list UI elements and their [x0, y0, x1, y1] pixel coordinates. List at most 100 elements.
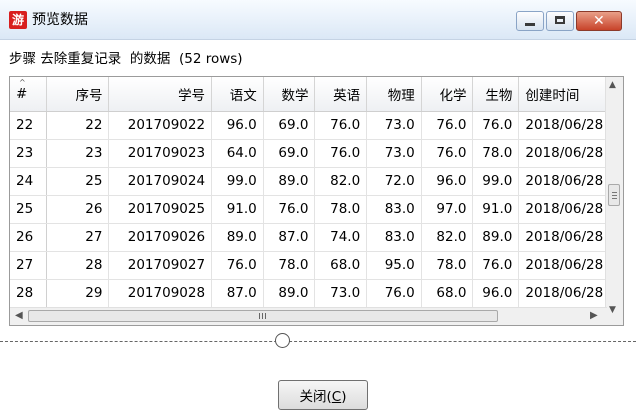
- table-cell[interactable]: 87.0: [263, 223, 316, 252]
- table-cell[interactable]: 73.0: [366, 139, 422, 168]
- horizontal-scrollbar[interactable]: ◀ ▶: [10, 307, 607, 325]
- table-cell[interactable]: 83.0: [366, 223, 422, 252]
- horizontal-scroll-thumb[interactable]: [28, 310, 498, 322]
- table-cell[interactable]: 201709026: [108, 223, 213, 252]
- table-cell[interactable]: 76.0: [421, 111, 474, 140]
- table-cell[interactable]: 76.0: [472, 251, 520, 280]
- step-suffix: 的数据: [129, 51, 171, 67]
- window-close-button[interactable]: ✕: [576, 11, 622, 31]
- table-cell[interactable]: 76.0: [211, 251, 264, 280]
- table-cell[interactable]: 26: [46, 195, 110, 224]
- table-row[interactable]: 24 25 201709024 99.0 89.0 82.0 72.0 96.0 99.0 201…: [10, 167, 623, 196]
- table-row[interactable]: 28 29 201709028 87.0 89.0 73.0 76.0 68.0 96.0 201…: [10, 279, 623, 308]
- table-cell[interactable]: 89.0: [211, 223, 264, 252]
- table-cell[interactable]: 82.0: [421, 223, 474, 252]
- table-cell[interactable]: 22: [46, 111, 110, 140]
- row-number-cell[interactable]: 22: [10, 111, 48, 140]
- row-number-cell[interactable]: 23: [10, 139, 48, 168]
- table-cell[interactable]: 74.0: [314, 223, 368, 252]
- table-cell[interactable]: 76.0: [421, 139, 474, 168]
- table-row[interactable]: 26 27 201709026 89.0 87.0 74.0 83.0 82.0 89.0 201…: [10, 223, 623, 252]
- table-cell[interactable]: 29: [46, 279, 110, 308]
- table-cell[interactable]: 96.0: [472, 279, 520, 308]
- vertical-scrollbar[interactable]: ▲ ▼: [605, 77, 623, 325]
- data-table: ^ # 序号 学号 语文 数学 英语 物理 化学 生物 创建时间 22 22 2017…: [10, 77, 623, 325]
- table-row[interactable]: 23 23 201709023 64.0 69.0 76.0 73.0 76.0 78.0 201…: [10, 139, 623, 168]
- close-icon: ✕: [593, 13, 605, 29]
- table-cell[interactable]: 201709025: [108, 195, 213, 224]
- table-cell[interactable]: 69.0: [263, 111, 316, 140]
- table-cell[interactable]: 76.0: [366, 279, 422, 308]
- table-cell[interactable]: 201709028: [108, 279, 213, 308]
- column-header[interactable]: 英语: [314, 77, 368, 112]
- table-cell[interactable]: 25: [46, 167, 110, 196]
- table-cell[interactable]: 201709023: [108, 139, 213, 168]
- table-cell[interactable]: 64.0: [211, 139, 264, 168]
- table-cell[interactable]: 96.0: [211, 111, 264, 140]
- row-number-cell[interactable]: 24: [10, 167, 48, 196]
- table-cell[interactable]: 76.0: [472, 111, 520, 140]
- table-cell[interactable]: 99.0: [472, 167, 520, 196]
- step-name: 去除重复记录: [40, 51, 122, 67]
- table-row[interactable]: 22 22 201709022 96.0 69.0 76.0 73.0 76.0 76.0 201…: [10, 111, 623, 140]
- table-cell[interactable]: 91.0: [472, 195, 520, 224]
- table-cell[interactable]: 68.0: [421, 279, 474, 308]
- header-row: ^ # 序号 学号 语文 数学 英语 物理 化学 生物 创建时间: [10, 77, 623, 112]
- table-cell[interactable]: 201709022: [108, 111, 213, 140]
- vertical-scroll-thumb[interactable]: [608, 184, 620, 206]
- column-header[interactable]: 学号: [108, 77, 213, 112]
- table-cell[interactable]: 87.0: [211, 279, 264, 308]
- table-cell[interactable]: 89.0: [472, 223, 520, 252]
- table-cell[interactable]: 28: [46, 251, 110, 280]
- table-cell[interactable]: 69.0: [263, 139, 316, 168]
- table-cell[interactable]: 89.0: [263, 167, 316, 196]
- table-cell[interactable]: 78.0: [472, 139, 520, 168]
- scroll-left-arrow-icon[interactable]: ◀: [15, 310, 23, 321]
- data-grid[interactable]: ^ # 序号 学号 语文 数学 英语 物理 化学 生物 创建时间 22 22 2017…: [9, 76, 624, 326]
- row-number-cell[interactable]: 28: [10, 279, 48, 308]
- table-cell[interactable]: 72.0: [366, 167, 422, 196]
- scroll-down-arrow-icon[interactable]: ▼: [609, 305, 616, 315]
- table-cell[interactable]: 73.0: [314, 279, 368, 308]
- column-header[interactable]: 语文: [211, 77, 264, 112]
- scroll-right-arrow-icon[interactable]: ▶: [590, 310, 598, 321]
- table-cell[interactable]: 78.0: [263, 251, 316, 280]
- column-header[interactable]: 序号: [46, 77, 110, 112]
- table-cell[interactable]: 97.0: [421, 195, 474, 224]
- table-cell[interactable]: 83.0: [366, 195, 422, 224]
- table-row[interactable]: 27 28 201709027 76.0 78.0 68.0 95.0 78.0 76.0 201…: [10, 251, 623, 280]
- table-cell[interactable]: 82.0: [314, 167, 368, 196]
- minimize-button[interactable]: [516, 11, 544, 31]
- table-cell[interactable]: 96.0: [421, 167, 474, 196]
- scroll-up-arrow-icon[interactable]: ▲: [609, 80, 616, 90]
- column-header[interactable]: 生物: [472, 77, 520, 112]
- table-cell[interactable]: 27: [46, 223, 110, 252]
- table-cell[interactable]: 76.0: [263, 195, 316, 224]
- maximize-button[interactable]: [546, 11, 574, 31]
- table-cell[interactable]: 76.0: [314, 139, 368, 168]
- close-button[interactable]: 关闭(C): [278, 380, 368, 410]
- column-header[interactable]: 物理: [366, 77, 422, 112]
- table-cell[interactable]: 89.0: [263, 279, 316, 308]
- column-header[interactable]: 化学: [421, 77, 474, 112]
- splitter-handle[interactable]: [275, 333, 290, 348]
- table-cell[interactable]: 76.0: [314, 111, 368, 140]
- column-header[interactable]: 数学: [263, 77, 316, 112]
- table-cell[interactable]: 95.0: [366, 251, 422, 280]
- title-bar: 游 预览数据 ✕: [0, 0, 636, 40]
- table-row[interactable]: 25 26 201709025 91.0 76.0 78.0 83.0 97.0 91.0 201…: [10, 195, 623, 224]
- table-cell[interactable]: 23: [46, 139, 110, 168]
- table-cell[interactable]: 91.0: [211, 195, 264, 224]
- row-number-cell[interactable]: 26: [10, 223, 48, 252]
- panel-splitter[interactable]: [0, 341, 636, 342]
- row-number-cell[interactable]: 25: [10, 195, 48, 224]
- column-header[interactable]: ^ #: [10, 77, 48, 112]
- table-cell[interactable]: 78.0: [421, 251, 474, 280]
- table-cell[interactable]: 201709024: [108, 167, 213, 196]
- table-cell[interactable]: 68.0: [314, 251, 368, 280]
- table-cell[interactable]: 99.0: [211, 167, 264, 196]
- row-number-cell[interactable]: 27: [10, 251, 48, 280]
- table-cell[interactable]: 73.0: [366, 111, 422, 140]
- table-cell[interactable]: 201709027: [108, 251, 213, 280]
- table-cell[interactable]: 78.0: [314, 195, 368, 224]
